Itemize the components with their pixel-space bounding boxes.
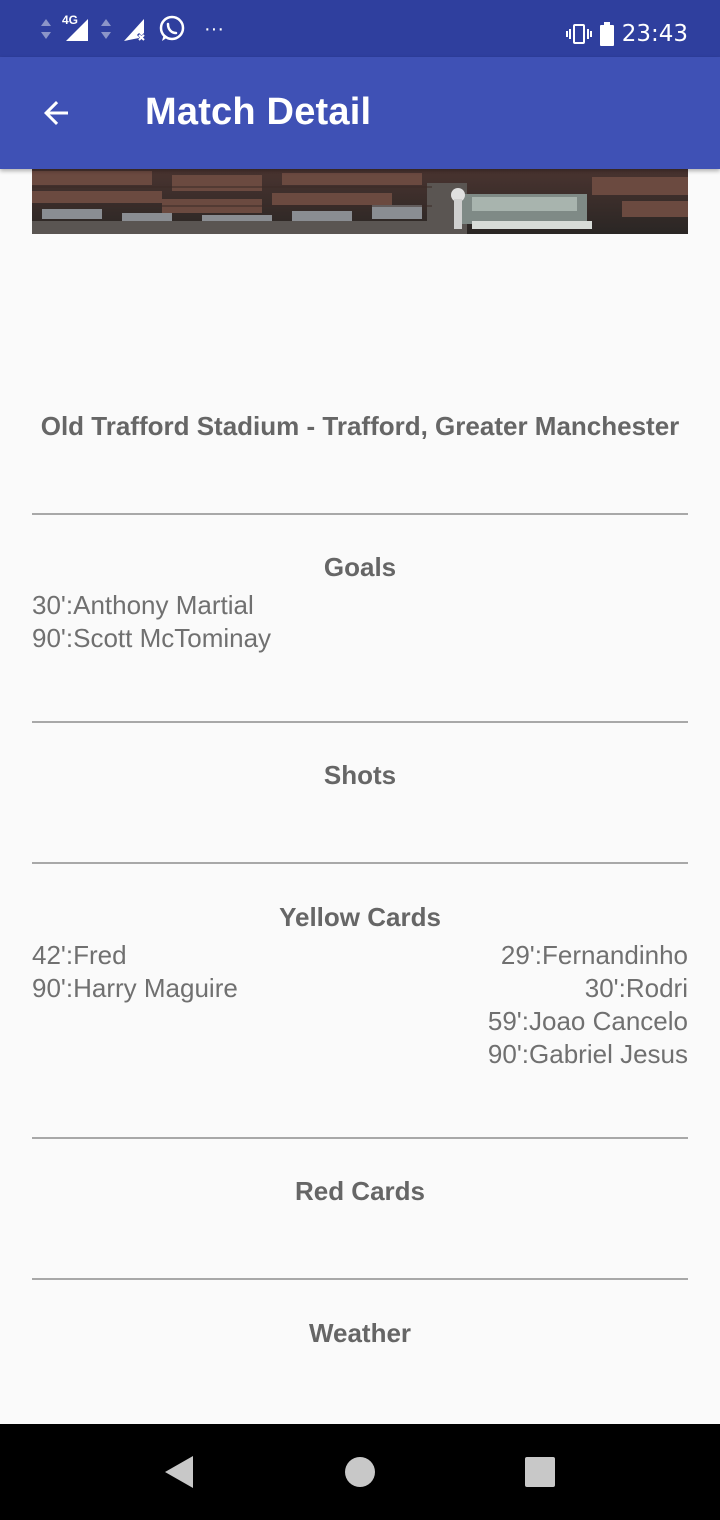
signal-icon: 4G	[62, 13, 90, 41]
list-item: 42':Fred	[32, 940, 127, 970]
list-item: 59':Joao Cancelo	[487, 1006, 688, 1036]
list-item: 30':Rodri	[584, 973, 688, 1003]
list-item: 90':Gabriel Jesus	[487, 1039, 688, 1069]
yellow-cards-away-list: 29':Fernandinho 30':Rodri 59':Joao Cance…	[488, 939, 688, 1071]
section-title-red-cards: Red Cards	[294, 1176, 426, 1206]
divider	[32, 1137, 688, 1139]
vibrate-icon	[565, 24, 592, 44]
divider	[32, 1278, 688, 1280]
venue-label: Old Trafford Stadium - Trafford, Greater…	[40, 411, 680, 441]
section-title-shots: Shots	[323, 760, 397, 790]
system-nav-bar	[0, 1424, 720, 1520]
signal-no-sim-icon	[124, 19, 147, 41]
data-transfer-icon	[41, 19, 51, 39]
nav-back-button[interactable]	[158, 1452, 198, 1492]
app-bar: Match Detail	[0, 57, 720, 169]
data-transfer-icon	[101, 19, 111, 39]
status-left-icons: 4G ···	[40, 13, 224, 44]
section-title-goals: Goals	[323, 552, 397, 582]
list-item: 90':Scott McTominay	[32, 623, 272, 653]
status-time: 23:43	[621, 21, 688, 47]
nav-home-button[interactable]	[340, 1452, 380, 1492]
status-right-icons: 23:43	[565, 14, 688, 54]
nav-recents-icon	[525, 1457, 555, 1487]
whatsapp-icon	[159, 15, 185, 41]
nav-back-icon	[165, 1456, 193, 1488]
list-item: 90':Harry Maguire	[32, 973, 238, 1003]
arrow-back-icon	[44, 101, 68, 125]
back-button[interactable]	[28, 85, 84, 141]
nav-home-icon	[345, 1457, 375, 1487]
divider	[32, 513, 688, 515]
section-title-weather: Weather	[308, 1318, 412, 1348]
divider	[32, 862, 688, 864]
status-bar: 4G ··· 23:43	[0, 0, 720, 57]
goals-home-list: 30':Anthony Martial 90':Scott McTominay	[32, 589, 271, 655]
list-item: 30':Anthony Martial	[32, 590, 254, 620]
section-title-yellow-cards: Yellow Cards	[279, 902, 441, 932]
stadium-image	[32, 169, 688, 234]
list-item: 29':Fernandinho	[500, 940, 688, 970]
network-type-label: 4G	[62, 13, 79, 27]
battery-icon	[599, 22, 614, 46]
more-notifications-icon: ···	[204, 17, 224, 40]
nav-recents-button[interactable]	[520, 1452, 560, 1492]
page-title: Match Detail	[145, 91, 372, 133]
divider	[32, 721, 688, 723]
yellow-cards-home-list: 42':Fred 90':Harry Maguire	[32, 939, 238, 1005]
